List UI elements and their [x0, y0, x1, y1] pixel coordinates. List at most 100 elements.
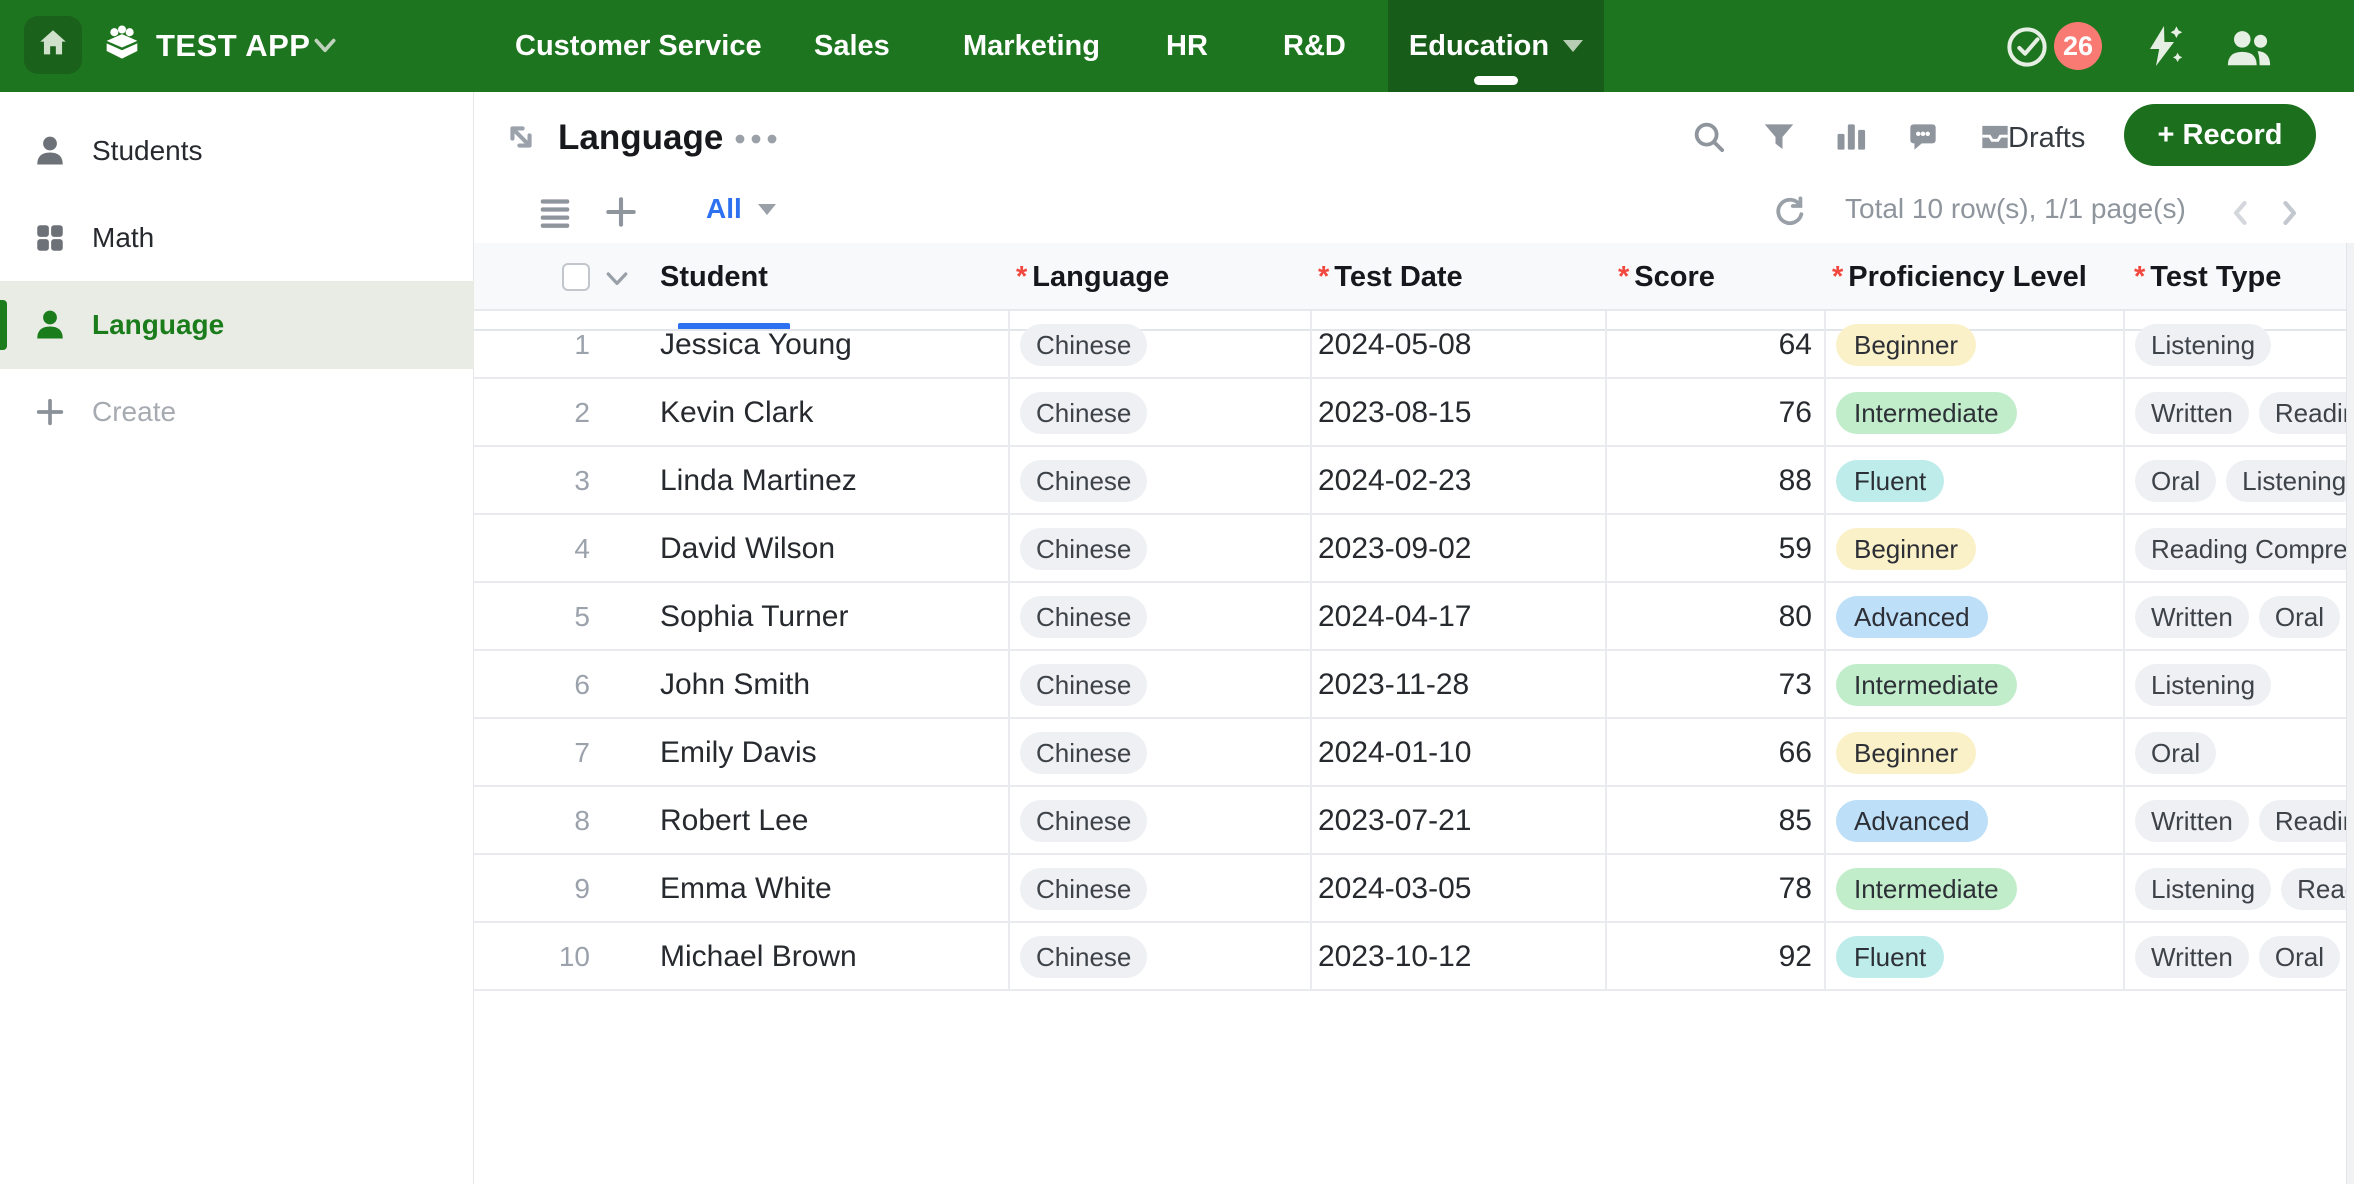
sidebar-item-students[interactable]: Students	[0, 107, 474, 195]
select-all-checkbox[interactable]	[562, 263, 590, 291]
ai-sparkle-icon[interactable]	[2138, 22, 2186, 75]
nav-tab-hr[interactable]: HR	[1166, 0, 1208, 92]
view-tab-chevron-icon[interactable]	[758, 204, 776, 215]
filter-icon[interactable]	[1760, 118, 1798, 161]
cell-score[interactable]: 80	[1614, 583, 1812, 651]
cell-test-type[interactable]: Listening	[2135, 324, 2271, 366]
cell-student[interactable]: Jessica Young	[660, 311, 852, 379]
cell-proficiency-level[interactable]: Advanced	[1836, 800, 1988, 842]
cell-proficiency-level[interactable]: Beginner	[1836, 732, 1976, 774]
column-header-proficiency-level[interactable]: *Proficiency Level	[1832, 243, 2087, 311]
cell-language[interactable]: Chinese	[1020, 460, 1147, 502]
notification-badge[interactable]: 26	[2054, 22, 2102, 70]
cell-language[interactable]: Chinese	[1020, 324, 1147, 366]
expand-icon[interactable]	[502, 118, 540, 161]
nav-tab-education[interactable]: Education	[1388, 0, 1604, 92]
column-header-test-date[interactable]: *Test Date	[1318, 243, 1463, 311]
cell-test-type[interactable]: WrittenOral	[2135, 936, 2340, 978]
cell-student[interactable]: Emily Davis	[660, 719, 817, 787]
cell-language[interactable]: Chinese	[1020, 800, 1147, 842]
view-list-icon[interactable]	[536, 193, 574, 236]
cell-proficiency-level[interactable]: Beginner	[1836, 324, 1976, 366]
cell-student[interactable]: Michael Brown	[660, 923, 857, 991]
tasks-check-icon[interactable]	[2004, 24, 2050, 75]
table-more-icon[interactable]	[734, 132, 780, 150]
cell-student[interactable]: Kevin Clark	[660, 379, 813, 447]
nav-tab-sales[interactable]: Sales	[814, 0, 890, 92]
cell-score[interactable]: 59	[1614, 515, 1812, 583]
cell-proficiency-level[interactable]: Fluent	[1836, 460, 1944, 502]
refresh-icon[interactable]	[1770, 193, 1808, 236]
cell-proficiency-level[interactable]: Fluent	[1836, 936, 1944, 978]
nav-tab-marketing[interactable]: Marketing	[963, 0, 1100, 92]
cell-language[interactable]: Chinese	[1020, 732, 1147, 774]
app-switcher-chevron-icon[interactable]	[312, 36, 338, 61]
cell-student[interactable]: Sophia Turner	[660, 583, 848, 651]
cell-proficiency-level[interactable]: Intermediate	[1836, 392, 2017, 434]
cell-test-type[interactable]: Oral	[2135, 732, 2216, 774]
cell-language[interactable]: Chinese	[1020, 392, 1147, 434]
sidebar-item-math[interactable]: Math	[0, 194, 474, 282]
cell-test-date[interactable]: 2023-07-21	[1318, 787, 1471, 855]
chart-icon[interactable]	[1832, 118, 1870, 161]
cell-test-date[interactable]: 2024-05-08	[1318, 311, 1471, 379]
cell-test-date[interactable]: 2023-11-28	[1318, 651, 1469, 719]
cell-test-date[interactable]: 2023-08-15	[1318, 379, 1471, 447]
cell-score[interactable]: 85	[1614, 787, 1812, 855]
cell-score[interactable]: 92	[1614, 923, 1812, 991]
add-record-button[interactable]: + Record	[2124, 104, 2316, 166]
view-tab-all[interactable]: All	[706, 180, 742, 242]
nav-tab-customer-service[interactable]: Customer Service	[515, 0, 762, 92]
create-table-button[interactable]: Create	[0, 368, 474, 456]
next-page-icon[interactable]	[2272, 196, 2306, 235]
cell-test-type[interactable]: WrittenReading	[2135, 800, 2346, 842]
row-options-chevron-icon[interactable]	[602, 267, 632, 296]
cell-score[interactable]: 73	[1614, 651, 1812, 719]
cell-proficiency-level[interactable]: Intermediate	[1836, 868, 2017, 910]
drafts-label[interactable]: Drafts	[2008, 92, 2085, 180]
cell-test-type[interactable]: WrittenReading	[2135, 392, 2346, 434]
column-header-test-type[interactable]: *Test Type	[2134, 243, 2281, 311]
search-icon[interactable]	[1690, 118, 1728, 161]
cell-test-date[interactable]: 2024-04-17	[1318, 583, 1471, 651]
app-title[interactable]: TEST APP	[156, 0, 310, 92]
cell-student[interactable]: David Wilson	[660, 515, 835, 583]
cell-language[interactable]: Chinese	[1020, 868, 1147, 910]
nav-tab-r-d[interactable]: R&D	[1283, 0, 1346, 92]
cell-language[interactable]: Chinese	[1020, 528, 1147, 570]
cell-score[interactable]: 88	[1614, 447, 1812, 515]
sidebar-item-language[interactable]: Language	[0, 281, 474, 369]
cell-test-date[interactable]: 2024-01-10	[1318, 719, 1471, 787]
collaborators-icon[interactable]	[2224, 26, 2274, 75]
prev-page-icon[interactable]	[2224, 196, 2258, 235]
cell-proficiency-level[interactable]: Beginner	[1836, 528, 1976, 570]
home-button[interactable]	[24, 16, 82, 74]
cell-score[interactable]: 76	[1614, 379, 1812, 447]
column-header-language[interactable]: *Language	[1016, 243, 1169, 311]
cell-test-type[interactable]: WrittenOral	[2135, 596, 2340, 638]
cell-test-type[interactable]: OralListening	[2135, 460, 2346, 502]
cell-student[interactable]: Emma White	[660, 855, 832, 923]
column-header-score[interactable]: *Score	[1618, 243, 1715, 311]
cell-score[interactable]: 78	[1614, 855, 1812, 923]
comment-icon[interactable]	[1904, 118, 1942, 161]
cell-test-type[interactable]: ListeningReading	[2135, 868, 2346, 910]
cell-test-date[interactable]: 2024-03-05	[1318, 855, 1471, 923]
cell-student[interactable]: Linda Martinez	[660, 447, 857, 515]
cell-language[interactable]: Chinese	[1020, 664, 1147, 706]
cell-score[interactable]: 66	[1614, 719, 1812, 787]
cell-test-date[interactable]: 2023-09-02	[1318, 515, 1471, 583]
cell-score[interactable]: 64	[1614, 311, 1812, 379]
column-header-student[interactable]: Student	[660, 243, 768, 311]
add-view-icon[interactable]	[602, 193, 640, 236]
cell-test-date[interactable]: 2023-10-12	[1318, 923, 1471, 991]
cell-language[interactable]: Chinese	[1020, 596, 1147, 638]
cell-proficiency-level[interactable]: Intermediate	[1836, 664, 2017, 706]
cell-test-date[interactable]: 2024-02-23	[1318, 447, 1471, 515]
cell-test-type[interactable]: Listening	[2135, 664, 2271, 706]
cell-test-type[interactable]: Reading Comprehension	[2135, 528, 2346, 570]
cell-student[interactable]: Robert Lee	[660, 787, 808, 855]
cell-language[interactable]: Chinese	[1020, 936, 1147, 978]
cell-proficiency-level[interactable]: Advanced	[1836, 596, 1988, 638]
scrollbar-track[interactable]	[2346, 243, 2354, 1184]
